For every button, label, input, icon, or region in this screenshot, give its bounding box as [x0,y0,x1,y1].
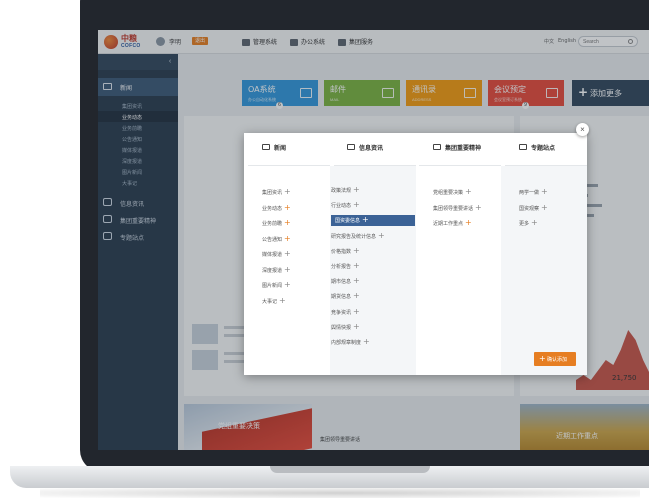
plus-icon[interactable]: + [284,280,291,290]
module-item-label: 分析报告 [331,264,352,270]
module-item[interactable]: 大事记 + [262,296,302,307]
module-item[interactable]: 集团领导重要讲话 + [433,203,493,214]
module-item-label: 政策法规 [331,188,352,194]
module-item-label: 集团资讯 [262,190,283,196]
column-divider [419,165,501,166]
module-item-label: 业务前瞻 [262,221,283,227]
plus-icon[interactable]: + [378,231,385,241]
module-item-label: 国资观察 [519,205,540,212]
module-item[interactable]: 舆情快报 + [331,322,415,333]
module-item-label: 大事记 [262,298,278,305]
plus-icon[interactable]: + [353,322,360,332]
module-item-label: 行业动态 [331,203,352,210]
plus-icon[interactable]: + [284,265,291,275]
plus-icon[interactable]: + [531,218,538,228]
column-title: 信息资讯 [359,145,384,152]
laptop-base-notch [270,466,430,473]
module-item[interactable]: 媒体报道 + [262,249,302,260]
stage: 中粮 COFCO 李明 退出 管理系统 办公系统 集团服务 中文 English [0,0,649,500]
module-item[interactable]: 期市信息 + [331,276,415,287]
module-item[interactable]: 公告通知 + [262,234,302,245]
module-item[interactable]: 业务前瞻 + [262,218,302,229]
module-item[interactable]: 集团资讯 + [262,187,302,198]
module-item-label: 价格指数 [331,248,352,255]
plus-icon[interactable]: + [279,296,286,306]
column-title: 新闻 [274,145,287,152]
column-divider [248,165,330,166]
module-item-label: 研究报告及统计信息 [331,233,377,240]
module-item[interactable]: 业务动态 + [262,203,302,214]
plus-icon[interactable]: + [353,307,360,317]
plus-icon[interactable]: + [363,337,370,347]
plus-icon[interactable]: + [353,185,360,195]
module-item[interactable]: 分析报告 + [331,261,415,272]
plus-icon[interactable]: + [284,249,291,259]
module-item[interactable]: 政策法规 + [331,185,415,196]
plus-icon[interactable]: + [284,187,291,197]
plus-icon[interactable]: + [284,218,291,228]
module-item-label: 期货信息 [331,294,352,301]
plus-icon: + [539,354,546,363]
plus-icon[interactable]: + [353,276,360,286]
column-title: 集团重要精神 [445,145,482,152]
plus-icon[interactable]: + [465,218,472,228]
module-item[interactable]: 近期工作重点 + [433,218,493,229]
plus-icon[interactable]: + [353,291,360,301]
module-item-label: 更多 [519,221,530,227]
image-icon [519,144,527,150]
app-screen: 中粮 COFCO 李明 退出 管理系统 办公系统 集团服务 中文 English [98,30,649,450]
module-item[interactable]: 图片新闻 + [262,280,302,291]
module-item-label: 党组重要决策 [433,190,464,196]
plus-icon[interactable]: + [353,261,360,271]
module-item-label: 期市信息 [331,279,352,286]
module-item-label: 图片新闻 [262,283,283,289]
module-item-label: 媒体报道 [262,252,283,258]
module-item-label: 舆情快报 [331,324,352,331]
module-item[interactable]: 价格指数 + [331,246,415,257]
confirm-label: 确认添加 [547,357,568,363]
module-item-label: 两学一做 [519,190,540,196]
plus-icon[interactable]: + [362,215,369,225]
heart-icon [433,144,441,150]
add-module-dialog: × 新闻 信息资讯 集团重要精神 专题站点 集团资讯 + 业务动态 + 业务前瞻… [244,123,589,375]
column-divider [334,165,416,166]
laptop-shadow [40,488,640,498]
module-item-label: 竞争资讯 [331,309,352,316]
plus-icon[interactable]: + [353,200,360,210]
plus-icon[interactable]: + [465,187,472,197]
module-item[interactable]: 国资委信息 + [331,215,415,227]
plus-icon[interactable]: + [353,246,360,256]
column-title: 专题站点 [531,145,556,152]
close-icon[interactable]: × [576,123,589,136]
module-item[interactable]: 内部规章制度 + [331,337,415,348]
module-item-label: 近期工作重点 [433,221,464,227]
column-divider [505,165,587,166]
module-item-label: 深度报道 [262,267,283,274]
confirm-add-button[interactable]: + 确认添加 [534,352,576,366]
module-item[interactable]: 行业动态 + [331,200,415,211]
module-item-label: 内部规章制度 [331,340,362,346]
plus-icon[interactable]: + [541,187,548,197]
module-item[interactable]: 党组重要决策 + [433,187,493,198]
plus-icon[interactable]: + [284,234,291,244]
module-item-label: 国资委信息 [335,218,361,225]
module-item-label: 业务动态 [262,205,283,212]
plus-icon[interactable]: + [475,203,482,213]
plus-icon[interactable]: + [541,203,548,213]
module-item[interactable]: 深度报道 + [262,265,302,276]
module-item[interactable]: 更多 + [519,218,559,229]
module-item[interactable]: 两学一做 + [519,187,559,198]
module-item-label: 集团领导重要讲话 [433,205,474,212]
document-icon [347,144,355,150]
module-item[interactable]: 竞争资讯 + [331,307,415,318]
module-item-label: 公告通知 [262,236,283,243]
module-item[interactable]: 研究报告及统计信息 + [331,231,415,242]
module-item[interactable]: 国资观察 + [519,203,559,214]
module-item[interactable]: 期货信息 + [331,291,415,302]
plus-icon[interactable]: + [284,203,291,213]
newspaper-icon [262,144,270,150]
